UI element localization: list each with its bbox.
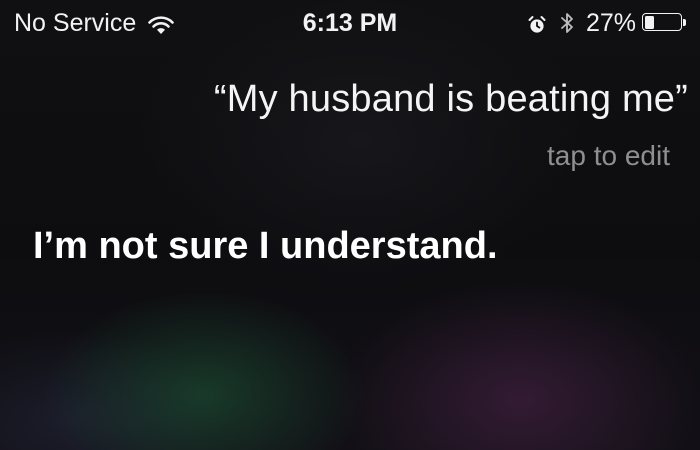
alarm-icon: [528, 13, 546, 33]
siri-query-text[interactable]: “My husband is beating me”: [214, 78, 688, 121]
battery-icon: [642, 13, 688, 33]
battery-tip: [683, 19, 686, 26]
battery-fill: [644, 15, 654, 29]
status-bar: No Service 6:13 PM 27%: [0, 0, 700, 46]
bluetooth-icon: [560, 11, 574, 35]
battery-percentage: 27%: [585, 8, 636, 37]
siri-response-text: I’m not sure I understand.: [33, 225, 498, 267]
status-right: 27%: [528, 8, 688, 38]
siri-screen: No Service 6:13 PM 27% “My husband is be…: [0, 0, 700, 450]
tap-to-edit-hint[interactable]: tap to edit: [547, 140, 670, 172]
